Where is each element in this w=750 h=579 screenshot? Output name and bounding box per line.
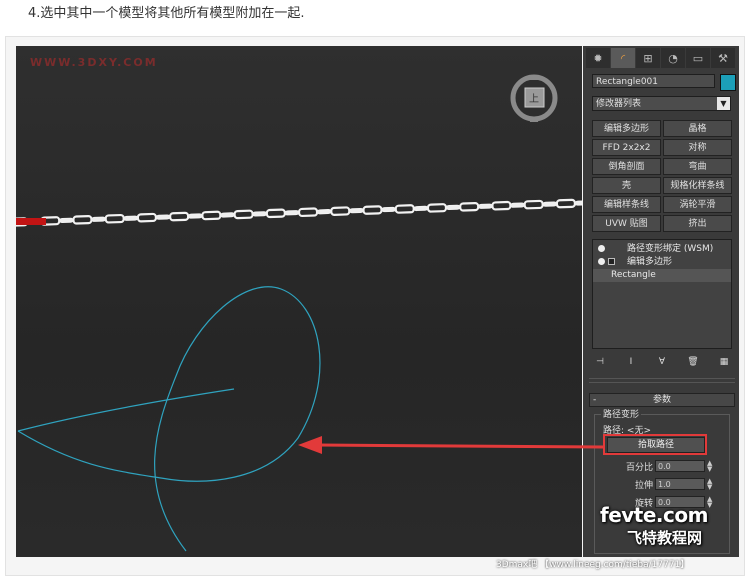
make-unique-icon[interactable]: ∀ (654, 356, 670, 368)
chain-link (413, 205, 429, 212)
stack-item-pathdeform[interactable]: 路径变形绑定 (WSM) (593, 243, 731, 256)
chain-link (123, 215, 139, 221)
display-icon[interactable]: ▭ (686, 48, 710, 68)
expand-icon[interactable] (608, 258, 615, 265)
group-title: 路径变形 (601, 407, 642, 420)
params-rollout-header[interactable]: - 参数 (589, 393, 735, 407)
lightbulb-icon[interactable] (598, 258, 605, 265)
chain-link (265, 208, 286, 219)
modifier-button[interactable]: 挤出 (663, 215, 732, 232)
command-panel-tabs: ✹ ◜ ⊞ ◔ ▭ ⚒ (586, 48, 736, 68)
object-color-swatch[interactable] (720, 74, 736, 91)
chain-link (362, 205, 383, 215)
viewcube-label: 上 (529, 93, 539, 105)
modifier-button[interactable]: 弯曲 (663, 158, 732, 175)
modifier-buttons: 编辑多边形 晶格 FFD 2x2x2 对称 倒角剖面 弯曲 壳 规格化样条线 编… (592, 120, 732, 232)
chain-link (233, 209, 254, 220)
modifier-button[interactable]: 倒角剖面 (592, 158, 661, 175)
chain-link (91, 216, 107, 222)
site-watermark-cn: 飞特教程网 (627, 529, 703, 547)
modifier-button[interactable]: 编辑多边形 (592, 120, 661, 137)
remove-modifier-icon[interactable]: 🗑 (685, 356, 701, 368)
chain-link (284, 210, 300, 216)
chain-link (555, 198, 576, 209)
rollout-title: 参数 (652, 395, 671, 405)
show-end-result-icon[interactable]: Ⅰ (623, 356, 639, 368)
chain-link (445, 204, 461, 210)
stretch-spinner[interactable]: 1.0 (655, 478, 705, 490)
modifier-button[interactable]: 对称 (663, 139, 732, 156)
chain-link (348, 207, 364, 214)
chain-link (316, 209, 332, 215)
modifier-stack: 路径变形绑定 (WSM) 编辑多边形 Rectangle (592, 239, 732, 349)
chain-link (330, 206, 351, 216)
percent-label: 百分比 (625, 463, 653, 473)
chain-link (58, 217, 74, 224)
chain-link (219, 212, 235, 218)
chain-link (542, 201, 558, 207)
chevron-down-icon: ▼ (717, 97, 730, 110)
chain-link (426, 203, 448, 213)
chain-model[interactable] (16, 198, 582, 227)
chain-link (297, 207, 319, 218)
divider (589, 378, 735, 379)
object-name-field[interactable]: Rectangle001 (592, 74, 715, 88)
hierarchy-icon[interactable]: ⊞ (636, 48, 660, 68)
viewcube[interactable]: 上 (510, 74, 558, 122)
chain-link (491, 200, 512, 211)
lightbulb-icon[interactable] (598, 245, 605, 252)
modifier-button[interactable]: 涡轮平滑 (663, 196, 732, 213)
collapse-icon: - (593, 395, 597, 405)
command-panel: ✹ ◜ ⊞ ◔ ▭ ⚒ Rectangle001 修改器列表 ▼ 编辑多边形 晶… (583, 46, 739, 557)
chain-end-selected (16, 218, 46, 225)
stretch-label: 拉伸 (634, 481, 653, 491)
modifier-button[interactable]: 编辑样条线 (592, 196, 661, 213)
spinner-arrows-icon[interactable]: ▲ ▼ (707, 460, 715, 473)
chain-link (394, 204, 415, 214)
modifier-button[interactable]: 壳 (592, 177, 661, 194)
modifier-button[interactable]: FFD 2x2x2 (592, 139, 661, 156)
percent-spinner[interactable]: 0.0 (655, 460, 705, 472)
chain-link (72, 215, 93, 225)
chain-link (187, 213, 203, 219)
chain-link (155, 214, 171, 220)
motion-icon[interactable]: ◔ (661, 48, 685, 68)
pin-stack-icon[interactable]: ⊣ (592, 356, 608, 368)
stack-item-editpoly[interactable]: 编辑多边形 (593, 256, 731, 269)
modify-icon[interactable]: ◜ (611, 48, 635, 68)
utilities-icon[interactable]: ⚒ (711, 48, 735, 68)
modifier-button[interactable]: 规格化样条线 (663, 177, 732, 194)
viewport-top[interactable]: WWW.3DXY.COM 上 (16, 46, 582, 557)
create-icon[interactable]: ✹ (586, 48, 610, 68)
chain-link (381, 206, 397, 213)
modifier-button[interactable]: 晶格 (663, 120, 732, 137)
chain-link (477, 203, 493, 209)
bottom-watermark: 3Dmax吧 【www.lineeg.com/tieba/17771】 (496, 560, 690, 570)
stack-toolbar: ⊣ Ⅰ ∀ 🗑 ▦ (592, 355, 732, 369)
modifier-button[interactable]: UVW 贴图 (592, 215, 661, 232)
modifier-list-dropdown[interactable]: 修改器列表 ▼ (592, 96, 731, 111)
chain-link (201, 210, 222, 221)
configure-sets-icon[interactable]: ▦ (716, 356, 732, 368)
spline-path (17, 286, 321, 552)
site-watermark: fevte.com (600, 503, 708, 527)
chain-link (523, 199, 544, 210)
chain-link (574, 200, 582, 206)
chain-link (104, 213, 125, 224)
spinner-arrows-icon[interactable]: ▲ ▼ (707, 496, 715, 509)
stretch-row: 拉伸 1.0 ▲ ▼ (597, 478, 731, 492)
chain-link (169, 211, 190, 222)
chain-link (136, 212, 158, 223)
step-caption: 4.选中其中一个模型将其他所有模型附加在一起. (28, 6, 305, 21)
stack-item-rectangle[interactable]: Rectangle (593, 269, 731, 282)
chain-link (252, 211, 268, 217)
spinner-arrows-icon[interactable]: ▲ ▼ (707, 478, 715, 491)
highlight-box (603, 434, 707, 455)
percent-row: 百分比 0.0 ▲ ▼ (597, 460, 731, 474)
modifier-list-label: 修改器列表 (596, 99, 642, 109)
divider (589, 382, 735, 383)
chain-link (510, 202, 526, 208)
viewport-scene: 上 (16, 74, 582, 552)
chain-link (459, 201, 480, 212)
